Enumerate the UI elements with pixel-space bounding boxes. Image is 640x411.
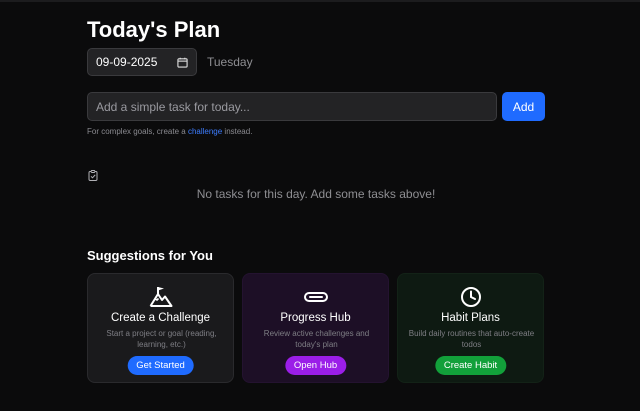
habit-plans-card[interactable]: Habit Plans Build daily routines that au… <box>397 273 544 383</box>
card-title: Progress Hub <box>280 312 351 324</box>
progress-hub-card[interactable]: Progress Hub Review active challenges an… <box>242 273 389 383</box>
hint-text-before: For complex goals, create a <box>87 127 188 136</box>
card-description: Start a project or goal (reading, learni… <box>106 329 217 349</box>
top-border <box>0 0 640 2</box>
date-picker[interactable]: 09-09-2025 <box>87 48 197 76</box>
challenge-link[interactable]: challenge <box>188 127 222 136</box>
clipboard-check-icon <box>88 170 98 181</box>
card-description: Build daily routines that auto-create to… <box>408 329 535 349</box>
open-hub-button[interactable]: Open Hub <box>284 356 347 375</box>
calendar-icon[interactable] <box>177 57 188 68</box>
progress-bar-icon <box>303 292 328 302</box>
page-title: Today's Plan <box>87 17 221 42</box>
date-value: 09-09-2025 <box>96 55 158 69</box>
mountain-flag-icon <box>149 287 172 307</box>
clock-icon <box>460 287 481 307</box>
card-title: Habit Plans <box>441 312 500 324</box>
weekday-label: Tuesday <box>207 55 253 69</box>
card-title: Create a Challenge <box>110 312 211 324</box>
empty-tasks-message: No tasks for this day. Add some tasks ab… <box>196 187 436 201</box>
create-challenge-card[interactable]: Create a Challenge Start a project or go… <box>87 273 234 383</box>
hint-text-after: instead. <box>222 127 253 136</box>
task-input[interactable] <box>87 92 497 121</box>
card-description: Review active challenges and today's pla… <box>263 329 370 349</box>
get-started-button[interactable]: Get Started <box>127 356 194 375</box>
complex-goals-hint: For complex goals, create a challenge in… <box>87 127 252 136</box>
suggestions-heading: Suggestions for You <box>87 248 213 263</box>
add-task-button[interactable]: Add <box>502 92 545 121</box>
create-habit-button[interactable]: Create Habit <box>434 356 507 375</box>
